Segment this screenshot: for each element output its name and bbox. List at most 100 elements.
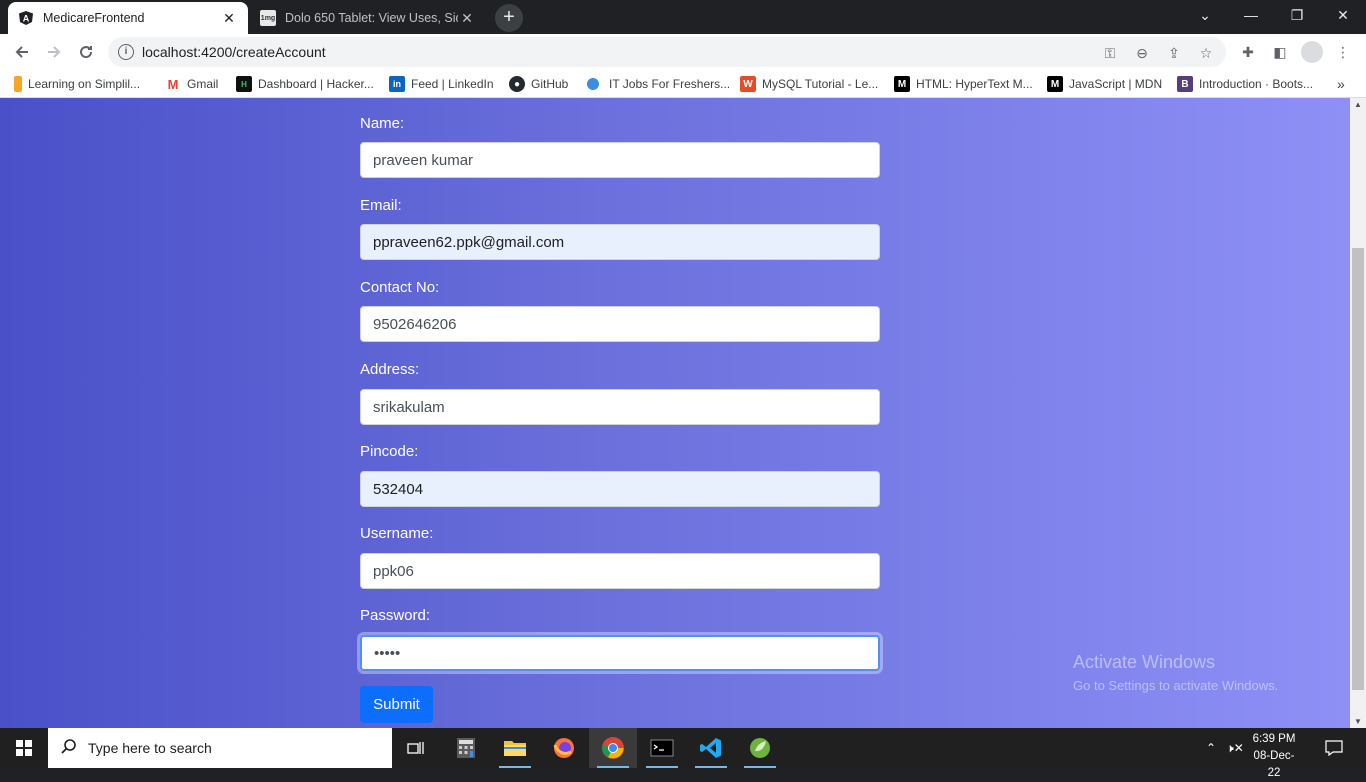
- bookmark-bootstrap[interactable]: B Introduction · Boots...: [1177, 75, 1313, 93]
- pharmacy-site-icon: 1mg: [260, 10, 276, 26]
- terminal-icon[interactable]: [638, 728, 686, 768]
- clock-time: 6:39 PM: [1252, 733, 1296, 745]
- contact-input[interactable]: [360, 306, 880, 342]
- extensions-icon[interactable]: ✚: [1238, 42, 1258, 62]
- w3schools-icon: W: [740, 76, 756, 92]
- tab-medicare[interactable]: A MedicareFrontend ✕: [8, 2, 248, 34]
- scrollbar-thumb[interactable]: [1352, 248, 1364, 690]
- linkedin-icon: in: [389, 76, 405, 92]
- bookmark-label: IT Jobs For Freshers...: [609, 77, 731, 91]
- chrome-icon[interactable]: [589, 728, 637, 768]
- bootstrap-icon: B: [1177, 76, 1193, 92]
- close-tab-icon[interactable]: ✕: [458, 10, 476, 27]
- bookmark-label: Gmail: [187, 77, 219, 91]
- spring-tool-suite-icon[interactable]: [736, 728, 784, 768]
- tab-strip: A MedicareFrontend ✕ 1mg Dolo 650 Tablet…: [0, 0, 1366, 34]
- reload-icon[interactable]: [72, 38, 100, 66]
- bookmark-star-icon[interactable]: ☆: [1196, 43, 1216, 63]
- github-icon: ●: [509, 76, 525, 92]
- clock-date: 08-Dec-22: [1253, 750, 1295, 779]
- address-input[interactable]: [360, 389, 880, 425]
- page-scrollbar[interactable]: ▲ ▼: [1350, 98, 1366, 728]
- taskbar-search-box[interactable]: Type here to search: [48, 728, 392, 768]
- scroll-down-icon[interactable]: ▼: [1350, 717, 1366, 726]
- file-explorer-icon[interactable]: [491, 728, 539, 768]
- firefox-icon[interactable]: [540, 728, 588, 768]
- bookmark-label: Learning on Simplil...: [28, 77, 141, 91]
- zoom-icon[interactable]: ⊖: [1132, 43, 1152, 63]
- password-label: Password:: [360, 607, 431, 624]
- key-icon[interactable]: ⚿: [1100, 43, 1120, 63]
- gmail-icon: M: [167, 76, 179, 92]
- close-window-button[interactable]: ✕: [1320, 0, 1366, 30]
- name-label: Name:: [360, 115, 405, 132]
- hackerrank-icon: H: [236, 76, 252, 92]
- back-icon[interactable]: [8, 38, 36, 66]
- new-tab-button[interactable]: +: [495, 4, 523, 32]
- url-text: localhost:4200/createAccount: [142, 44, 326, 60]
- itjobs-icon: [587, 78, 599, 90]
- search-icon: [60, 738, 78, 761]
- side-panel-icon[interactable]: ◧: [1270, 42, 1290, 62]
- tab-search-icon[interactable]: ⌄: [1182, 0, 1228, 30]
- menu-icon[interactable]: ⋮: [1333, 42, 1353, 62]
- activate-windows-subtitle: Go to Settings to activate Windows.: [1073, 678, 1279, 693]
- profile-avatar[interactable]: [1301, 41, 1323, 63]
- submit-button[interactable]: Submit: [360, 686, 433, 723]
- contact-label: Contact No:: [360, 279, 440, 296]
- tab-title: MedicareFrontend: [43, 11, 145, 25]
- bookmark-label: JavaScript | MDN: [1069, 77, 1163, 91]
- bookmark-github[interactable]: ● GitHub: [509, 75, 568, 93]
- vscode-icon[interactable]: [687, 728, 735, 768]
- address-label: Address:: [360, 361, 420, 378]
- bookmark-linkedin[interactable]: in Feed | LinkedIn: [389, 75, 494, 93]
- volume-muted-icon[interactable]: 🕨✕: [1222, 728, 1248, 768]
- scroll-up-icon[interactable]: ▲: [1350, 100, 1366, 109]
- tray-overflow-icon[interactable]: ⌃: [1200, 728, 1222, 768]
- windows-start-icon[interactable]: [0, 728, 48, 768]
- simplilearn-icon: [14, 76, 22, 92]
- bookmarks-overflow-button[interactable]: »: [1337, 75, 1345, 93]
- password-input[interactable]: [360, 635, 880, 671]
- bookmark-label: Feed | LinkedIn: [411, 77, 494, 91]
- share-icon[interactable]: ⇪: [1164, 43, 1184, 63]
- bookmark-mysql[interactable]: W MySQL Tutorial - Le...: [740, 75, 878, 93]
- minimize-button[interactable]: —: [1228, 0, 1274, 30]
- bookmark-label: HTML: HyperText M...: [916, 77, 1033, 91]
- tab-title: Dolo 650 Tablet: View Uses, Side: [285, 11, 458, 25]
- bookmark-itjobs[interactable]: IT Jobs For Freshers...: [587, 75, 730, 93]
- pincode-input[interactable]: [360, 471, 880, 507]
- bookmarks-bar: Learning on Simplil... M Gmail H Dashboa…: [0, 70, 1366, 98]
- close-tab-icon[interactable]: ✕: [220, 10, 238, 27]
- forward-icon[interactable]: [40, 38, 68, 66]
- clock[interactable]: 6:39 PM 08-Dec-22: [1248, 731, 1300, 782]
- bookmark-simplilearn[interactable]: Learning on Simplil...: [14, 75, 140, 93]
- angular-icon: A: [18, 10, 34, 26]
- tab-dolo[interactable]: 1mg Dolo 650 Tablet: View Uses, Side ✕: [250, 2, 486, 34]
- notifications-icon[interactable]: [1318, 728, 1350, 768]
- mdn-icon: M: [1047, 76, 1063, 92]
- site-info-icon[interactable]: i: [118, 44, 134, 60]
- bookmark-html-mdn[interactable]: M HTML: HyperText M...: [894, 75, 1033, 93]
- task-view-icon[interactable]: [392, 728, 440, 768]
- restore-button[interactable]: ❐: [1274, 0, 1320, 30]
- windows-taskbar: Type here to search ⌃ 🕨✕ 6:39 PM 08-Dec-…: [0, 728, 1366, 779]
- email-label: Email:: [360, 197, 402, 214]
- username-input[interactable]: [360, 553, 880, 589]
- page-content: Name: Email: Contact No: Address: Pincod…: [0, 98, 1350, 728]
- email-input[interactable]: [360, 224, 880, 260]
- bookmark-js-mdn[interactable]: M JavaScript | MDN: [1047, 75, 1162, 93]
- username-label: Username:: [360, 525, 434, 542]
- bookmark-hackerrank[interactable]: H Dashboard | Hacker...: [236, 75, 374, 93]
- bookmark-gmail[interactable]: M Gmail: [165, 75, 219, 93]
- mdn-icon: M: [894, 76, 910, 92]
- bookmark-label: MySQL Tutorial - Le...: [762, 77, 879, 91]
- bookmark-label: GitHub: [531, 77, 569, 91]
- name-input[interactable]: [360, 142, 880, 178]
- activate-windows-title: Activate Windows: [1073, 652, 1216, 672]
- calculator-icon[interactable]: [442, 728, 490, 768]
- bookmark-label: Dashboard | Hacker...: [258, 77, 374, 91]
- svg-text:A: A: [23, 14, 30, 24]
- search-placeholder: Type here to search: [88, 740, 212, 756]
- address-bar[interactable]: i localhost:4200/createAccount ⚿ ⊖ ⇪ ☆: [108, 37, 1226, 67]
